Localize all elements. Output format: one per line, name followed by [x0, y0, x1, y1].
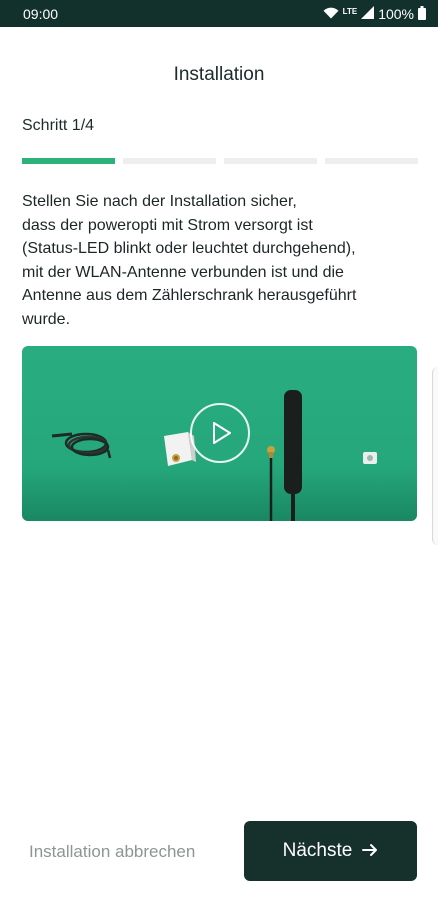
instruction-line: Stellen Sie nach der Installation sicher… [22, 193, 297, 210]
play-icon [213, 422, 231, 444]
antenna-illustration [267, 390, 302, 521]
instruction-line: mit der WLAN-Antenne verbunden ist und d… [22, 263, 344, 281]
status-time: 09:00 [23, 6, 59, 22]
sensor-illustration [363, 452, 377, 464]
instruction-line: wurde. [22, 310, 71, 328]
step-progress [22, 158, 418, 164]
cable-illustration [51, 432, 112, 459]
next-button-label: Nächste [282, 840, 353, 861]
network-type: LTE [342, 6, 358, 16]
arrow-right-icon [362, 841, 378, 862]
page-title: Installation [173, 64, 265, 85]
edge-panel-handle[interactable] [432, 367, 438, 545]
status-bar: 09:00 LTE 100% [0, 0, 438, 27]
progress-segment-4 [325, 158, 418, 164]
cancel-installation-link[interactable]: Installation abbrechen [29, 842, 195, 862]
battery-percent: 100% [378, 6, 414, 22]
signal-icon [361, 6, 375, 22]
next-button[interactable]: Nächste [244, 821, 417, 881]
progress-segment-2 [123, 158, 216, 164]
instruction-line: dass der poweropti mit Strom versorgt is… [22, 216, 313, 234]
progress-segment-1 [22, 158, 115, 164]
instruction-line: (Status-LED blinkt oder leuchtet durchge… [22, 240, 356, 257]
step-indicator: Schritt 1/4 [22, 117, 95, 134]
wifi-icon [323, 6, 339, 22]
play-button[interactable] [190, 403, 250, 463]
battery-icon [418, 5, 426, 23]
instruction-line: Antenne aus dem Zählerschrank herausgefü… [22, 287, 357, 304]
progress-segment-3 [224, 158, 317, 164]
status-icons: LTE 100% [323, 4, 426, 24]
installation-video[interactable] [22, 346, 417, 521]
instruction-text: Stellen Sie nach der Installation sicher… [22, 190, 422, 331]
